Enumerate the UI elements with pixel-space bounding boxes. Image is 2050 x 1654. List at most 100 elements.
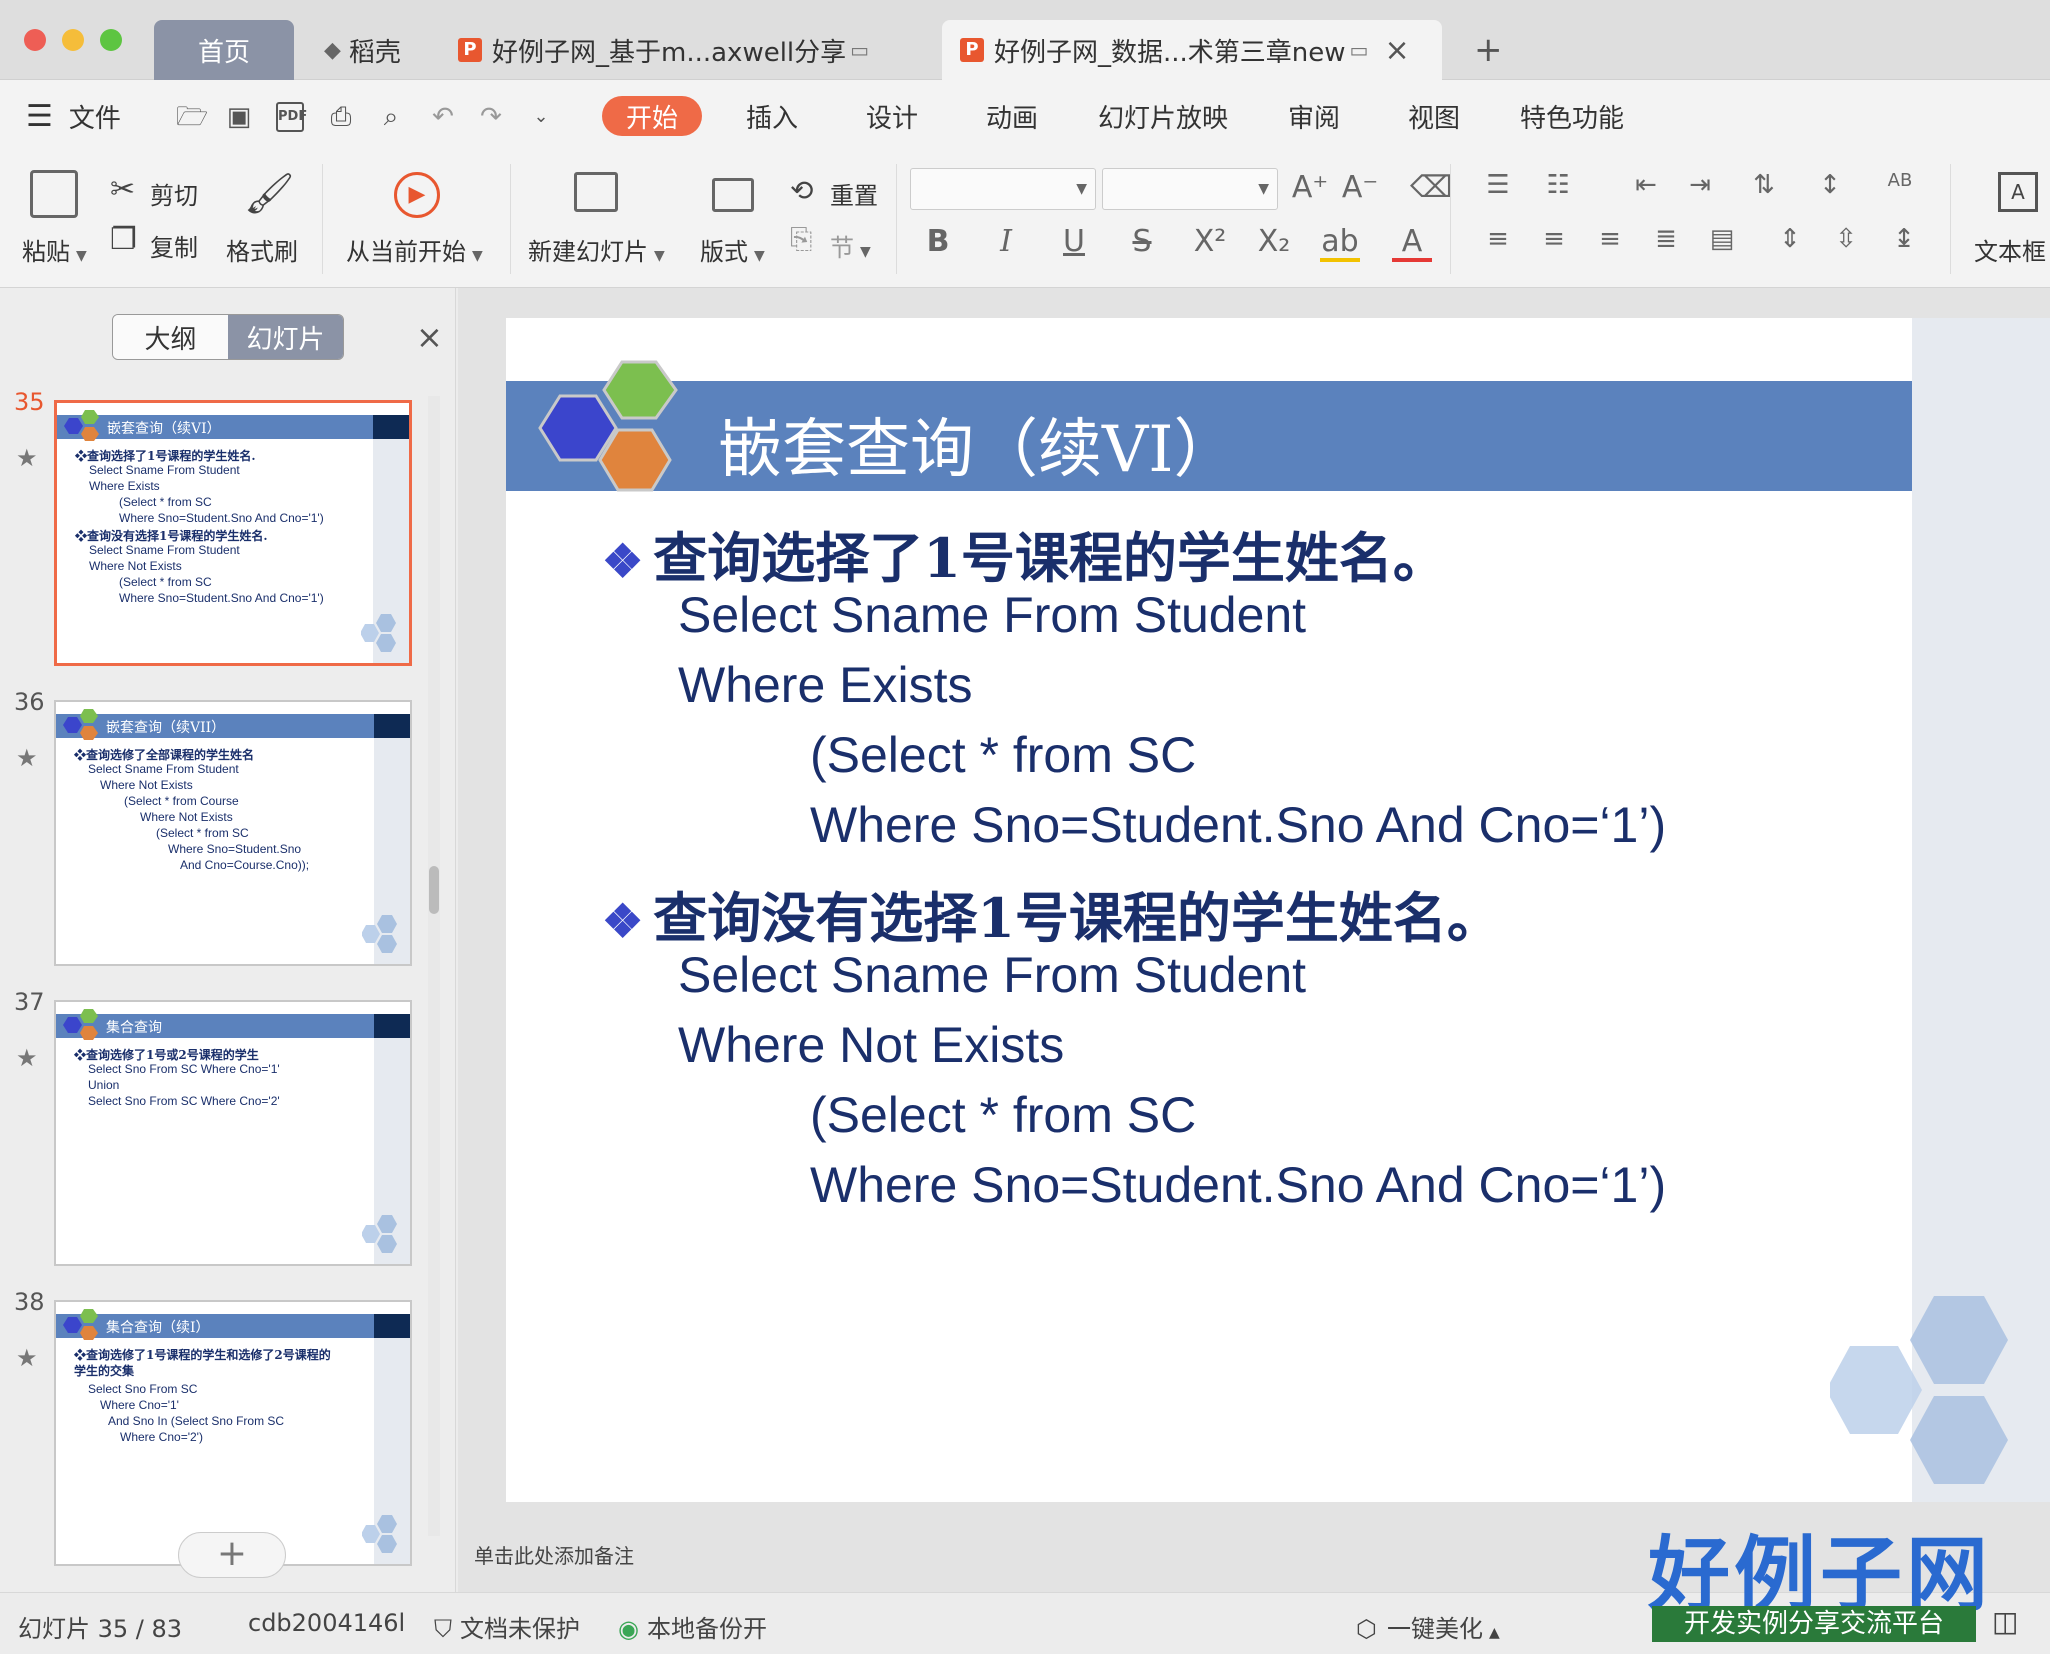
print-preview-icon[interactable]: ⌕ [376, 102, 406, 132]
close-pane-button[interactable]: × [416, 318, 443, 356]
slide-title[interactable]: 嵌套查询（续VI） [718, 398, 1238, 490]
new-tab-button[interactable]: + [1456, 20, 1521, 80]
bullet-heading-1[interactable]: ❖ 查询选择了1号课程的学生姓名。 [602, 514, 1447, 593]
clear-format-icon[interactable]: ⌫ [1410, 170, 1452, 205]
play-from-current-button[interactable]: 从当前开始 ▼ [346, 232, 483, 267]
code-line[interactable]: Where Sno=Student.Sno And Cno=‘1’) [810, 796, 1666, 854]
print-icon[interactable]: ⎙ [326, 102, 356, 132]
format-painter-button[interactable]: 格式刷 [226, 232, 298, 267]
menu-design[interactable]: 设计 [866, 80, 918, 152]
tab-slides[interactable]: 幻灯片 [228, 315, 343, 359]
file-menu[interactable]: ☰ 文件 [26, 80, 121, 152]
paste-button[interactable]: 粘贴 ▼ [22, 232, 87, 267]
menu-insert[interactable]: 插入 [746, 80, 798, 152]
align-center-icon[interactable]: ≡ [1534, 224, 1574, 254]
numbered-list-icon[interactable]: ☷ [1538, 170, 1578, 200]
open-folder-icon[interactable]: 🗁 [176, 102, 208, 132]
more-dropdown-icon[interactable]: ⌄ [526, 102, 556, 132]
normal-view-icon[interactable]: ◫ [1992, 1605, 2018, 1638]
textbox-icon: A [1998, 172, 2038, 212]
menu-slideshow[interactable]: 幻灯片放映 [1098, 80, 1228, 152]
notes-placeholder[interactable]: 单击此处添加备注 [474, 1540, 634, 1569]
text-align-icon[interactable]: ↨ [1884, 224, 1924, 254]
pane-scrollbar[interactable] [428, 396, 440, 1536]
textbox-button[interactable]: 文本框 [1974, 232, 2046, 267]
new-slide-button[interactable]: 新建幻灯片 ▼ [528, 232, 665, 267]
distribute-icon[interactable]: ▤ [1702, 224, 1742, 254]
slide-thumbnail[interactable]: 集合查询 ❖查询选修了1号或2号课程的学生 Select Sno From SC W… [54, 1000, 412, 1266]
code-line[interactable]: Where Exists [678, 656, 973, 714]
code-line[interactable]: Select Sname From Student [678, 946, 1306, 1004]
backup-status[interactable]: ◉ 本地备份开 [618, 1609, 767, 1644]
menu-view[interactable]: 视图 [1408, 80, 1460, 152]
bullet-list-icon[interactable]: ☰ [1478, 170, 1518, 200]
column-icon[interactable]: ⇳ [1826, 224, 1866, 254]
thumb-text-line: ❖查询选修了全部课程的学生姓名 [74, 748, 255, 762]
superscript-icon[interactable]: X² [1190, 224, 1230, 259]
add-slide-button[interactable]: + [178, 1532, 286, 1578]
decrease-indent-icon[interactable]: ⇤ [1626, 170, 1666, 200]
copy-button[interactable]: 复制 [150, 228, 198, 263]
code-line[interactable]: (Select * from SC [810, 1086, 1196, 1144]
one-click-beautify[interactable]: ⬡ 一键美化 ▲ [1356, 1609, 1500, 1644]
minimize-window-button[interactable] [62, 29, 84, 51]
slide-thumbnail[interactable]: 嵌套查询（续VII） ❖查询选修了全部课程的学生姓名 Select Sname Fr… [54, 700, 412, 966]
section-button[interactable]: 节 ▼ [830, 228, 871, 263]
slide-thumbnail[interactable]: 嵌套查询（续VI） ❖查询选择了1号课程的学生姓名. Select Sname Fr… [54, 400, 412, 666]
code-line[interactable]: Select Sname From Student [678, 586, 1306, 644]
cut-button[interactable]: 剪切 [150, 176, 198, 211]
menu-animation[interactable]: 动画 [986, 80, 1038, 152]
increase-indent-icon[interactable]: ⇥ [1680, 170, 1720, 200]
menu-review[interactable]: 审阅 [1288, 80, 1340, 152]
tab-document-2[interactable]: P 好例子网_数据...术第三章new ▭ × [942, 20, 1442, 80]
export-pdf-icon[interactable]: PDF [276, 102, 307, 132]
menu-start[interactable]: 开始 [602, 96, 703, 136]
code-line[interactable]: (Select * from SC [810, 726, 1196, 784]
current-slide[interactable]: 嵌套查询（续VI） ❖ 查询选择了1号课程的学生姓名。 Select Sname … [506, 318, 1912, 1502]
underline-icon[interactable]: U [1054, 224, 1094, 259]
highlight-icon[interactable]: ab [1320, 224, 1360, 262]
paragraph-spacing-icon[interactable]: ⇕ [1770, 224, 1810, 254]
protection-label: 文档未保护 [460, 1615, 580, 1643]
reset-button[interactable]: 重置 [830, 176, 878, 211]
justify-icon[interactable]: ≣ [1646, 224, 1686, 254]
slide-number: 37 [14, 988, 45, 1016]
menu-special[interactable]: 特色功能 [1520, 80, 1624, 152]
chevron-down-icon: ▼ [1076, 181, 1087, 197]
save-icon[interactable]: ▣ [224, 102, 254, 132]
decrease-font-icon[interactable]: A⁻ [1340, 170, 1380, 205]
bold-icon[interactable]: B [918, 224, 958, 259]
align-left-icon[interactable]: ≡ [1478, 224, 1518, 254]
thumb-decorative-hexagons [361, 614, 396, 652]
align-right-icon[interactable]: ≡ [1590, 224, 1630, 254]
line-spacing-icon[interactable]: ↕ [1810, 170, 1850, 200]
bullet-heading-2[interactable]: ❖ 查询没有选择1号课程的学生姓名。 [602, 874, 1501, 953]
code-line[interactable]: Where Not Exists [678, 1016, 1064, 1074]
subscript-icon[interactable]: X₂ [1254, 224, 1294, 259]
text-direction-icon[interactable]: AB [1880, 170, 1920, 191]
redo-icon[interactable]: ↷ [476, 102, 506, 132]
italic-icon[interactable]: I [986, 224, 1026, 259]
tab-document-1[interactable]: P 好例子网_基于m...axwell分享 ▭ [440, 20, 900, 80]
slide-thumbnail[interactable]: 集合查询（续I） ❖查询选修了1号课程的学生和选修了2号课程的 学生的交集 Selec… [54, 1300, 412, 1566]
undo-icon[interactable]: ↶ [428, 102, 458, 132]
screen-icon: ▭ [1349, 38, 1369, 62]
close-tab-icon[interactable]: × [1384, 33, 1409, 68]
protection-status[interactable]: ⛉ 文档未保护 [434, 1609, 580, 1644]
sort-icon[interactable]: ⇅ [1744, 170, 1784, 200]
code-line[interactable]: Where Sno=Student.Sno And Cno=‘1’) [810, 1156, 1666, 1214]
tab-outline[interactable]: 大纲 [113, 315, 228, 359]
zoom-window-button[interactable] [100, 29, 122, 51]
increase-font-icon[interactable]: A⁺ [1290, 170, 1330, 205]
font-name-select[interactable]: ▼ [910, 168, 1096, 210]
paste-icon[interactable] [30, 170, 78, 218]
tab-outline-label: 大纲 [144, 324, 197, 355]
thumb-decorative-hexagons [362, 915, 397, 953]
tab-home[interactable]: 首页 [154, 20, 294, 80]
strikethrough-icon[interactable]: S [1122, 224, 1162, 259]
close-window-button[interactable] [24, 29, 46, 51]
font-color-icon[interactable]: A [1392, 224, 1432, 262]
tab-daoke[interactable]: ◆ 稻壳 [306, 20, 426, 80]
layout-button[interactable]: 版式 ▼ [700, 232, 765, 267]
font-size-select[interactable]: ▼ [1102, 168, 1278, 210]
